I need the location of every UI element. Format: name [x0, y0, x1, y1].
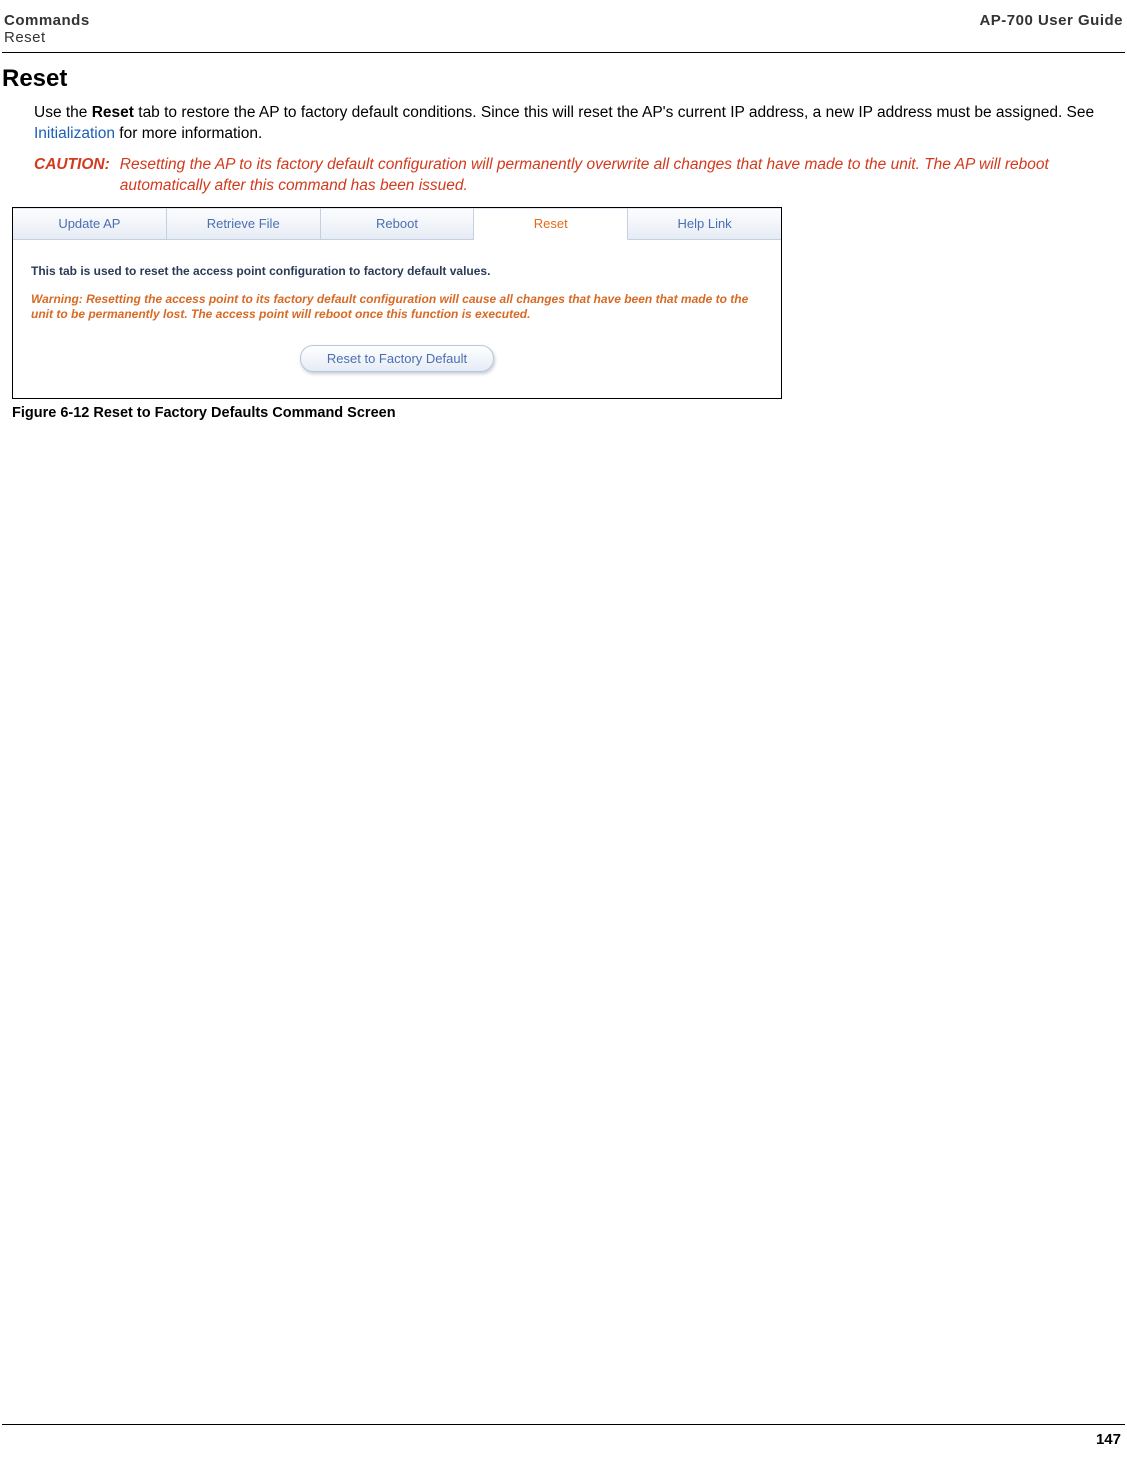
- intro-post: for more information.: [115, 125, 262, 142]
- header-guide: AP-700 User Guide: [979, 12, 1123, 29]
- intro-pre: Use the: [34, 104, 92, 121]
- page-footer: 147: [2, 1422, 1125, 1448]
- tab-label: Reset: [534, 216, 568, 231]
- page-header: Commands Reset AP-700 User Guide: [2, 0, 1125, 53]
- intro-bold: Reset: [92, 104, 134, 121]
- tab-update-ap[interactable]: Update AP: [13, 208, 167, 239]
- tab-warning: Warning: Resetting the access point to i…: [31, 292, 763, 323]
- caution-label: CAUTION:: [34, 155, 120, 197]
- header-left: Commands Reset: [4, 12, 90, 46]
- header-subsection: Reset: [4, 29, 46, 46]
- footer-rule: [2, 1424, 1125, 1425]
- reset-button-row: Reset to Factory Default: [31, 345, 763, 372]
- tab-label: Update AP: [58, 216, 120, 231]
- tab-body: This tab is used to reset the access poi…: [13, 240, 781, 398]
- section-title: Reset: [2, 65, 1127, 93]
- tab-help-link[interactable]: Help Link: [628, 208, 781, 239]
- tab-label: Retrieve File: [207, 216, 280, 231]
- caution-text: Resetting the AP to its factory default …: [120, 155, 1125, 197]
- caution-block: CAUTION: Resetting the AP to its factory…: [34, 155, 1125, 197]
- header-section: Commands: [4, 12, 90, 29]
- tab-retrieve-file[interactable]: Retrieve File: [167, 208, 321, 239]
- tab-reset[interactable]: Reset: [474, 208, 628, 240]
- tab-label: Help Link: [677, 216, 731, 231]
- tab-reboot[interactable]: Reboot: [321, 208, 475, 239]
- page-number: 147: [2, 1427, 1125, 1448]
- initialization-link[interactable]: Initialization: [34, 125, 115, 142]
- screenshot-figure: Update AP Retrieve File Reboot Reset Hel…: [12, 207, 782, 399]
- figure-caption: Figure 6-12 Reset to Factory Defaults Co…: [12, 405, 1127, 421]
- header-rule: [2, 52, 1125, 53]
- intro-mid: tab to restore the AP to factory default…: [134, 104, 1094, 121]
- tab-bar: Update AP Retrieve File Reboot Reset Hel…: [13, 208, 781, 240]
- header-row: Commands Reset AP-700 User Guide: [2, 12, 1125, 50]
- tab-label: Reboot: [376, 216, 418, 231]
- tab-description: This tab is used to reset the access poi…: [31, 264, 763, 278]
- intro-paragraph: Use the Reset tab to restore the AP to f…: [34, 103, 1125, 145]
- reset-to-factory-default-button[interactable]: Reset to Factory Default: [300, 345, 494, 372]
